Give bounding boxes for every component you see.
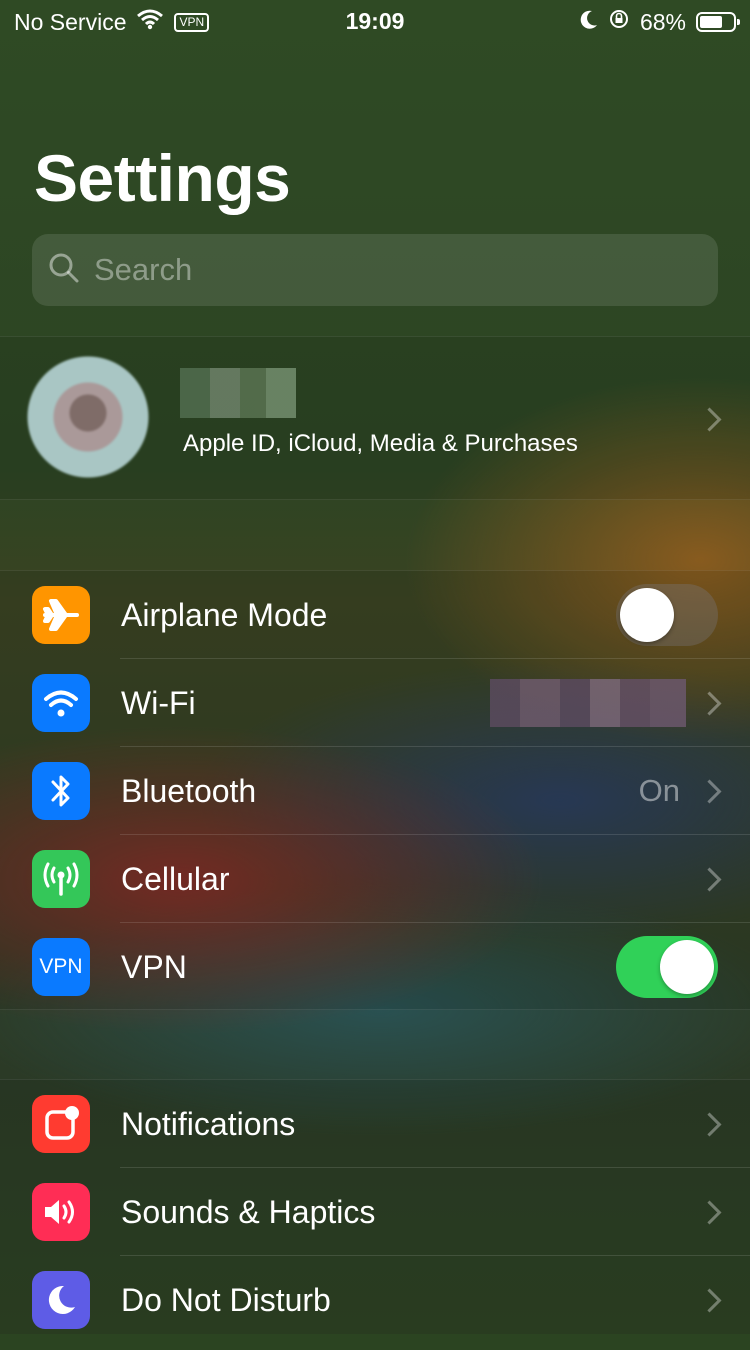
- notifications-icon: [32, 1095, 90, 1153]
- chevron-right-icon: [697, 1288, 722, 1313]
- search-bar[interactable]: [32, 234, 718, 306]
- cellular-icon: [32, 850, 90, 908]
- chevron-right-icon: [697, 779, 722, 804]
- search-icon: [48, 252, 80, 289]
- row-cellular[interactable]: Cellular: [0, 835, 750, 923]
- bluetooth-icon: [32, 762, 90, 820]
- chevron-right-icon: [697, 1112, 722, 1137]
- page-title: Settings: [34, 141, 291, 215]
- wifi-icon: [32, 674, 90, 732]
- airplane-mode-toggle[interactable]: [616, 584, 718, 646]
- do-not-disturb-label: Do Not Disturb: [121, 1282, 331, 1318]
- connectivity-group: Airplane Mode Wi-Fi Bluetooth On Cellula…: [0, 570, 750, 1010]
- avatar: [16, 353, 164, 481]
- row-wifi[interactable]: Wi-Fi: [0, 659, 750, 747]
- chevron-right-icon: [697, 867, 722, 892]
- moon-icon: [32, 1271, 90, 1329]
- chevron-right-icon: [697, 691, 722, 716]
- speaker-icon: [32, 1183, 90, 1241]
- bluetooth-status: On: [638, 773, 680, 808]
- bluetooth-label: Bluetooth: [121, 773, 257, 809]
- general-group: Notifications Sounds & Haptics Do Not Di…: [0, 1079, 750, 1350]
- apple-id-row[interactable]: [0, 336, 750, 500]
- row-bluetooth[interactable]: Bluetooth On: [0, 747, 750, 835]
- row-vpn[interactable]: VPN VPN: [0, 923, 750, 1011]
- sounds-haptics-label: Sounds & Haptics: [121, 1194, 376, 1230]
- chevron-right-icon: [697, 407, 722, 432]
- vpn-icon-text: VPN: [39, 955, 83, 978]
- status-right: 68%: [580, 8, 740, 36]
- orientation-lock-icon: [608, 8, 630, 36]
- vpn-label: VPN: [121, 949, 187, 985]
- wifi-label: Wi-Fi: [121, 685, 196, 721]
- status-bar: No Service VPN 19:09 68%: [0, 0, 750, 42]
- notifications-label: Notifications: [121, 1106, 296, 1142]
- profile-name-redacted: [180, 368, 296, 418]
- airplane-mode-label: Airplane Mode: [121, 597, 328, 633]
- profile-subtitle: Apple ID, iCloud, Media & Purchases: [183, 430, 578, 457]
- row-do-not-disturb[interactable]: Do Not Disturb: [0, 1256, 750, 1344]
- chevron-right-icon: [697, 1200, 722, 1225]
- battery-percent: 68%: [639, 8, 686, 35]
- row-airplane-mode[interactable]: Airplane Mode: [0, 571, 750, 659]
- row-sounds-haptics[interactable]: Sounds & Haptics: [0, 1168, 750, 1256]
- battery-icon: [696, 12, 740, 32]
- wifi-network-redacted: [490, 679, 686, 727]
- search-input[interactable]: [92, 251, 656, 289]
- airplane-icon: [32, 586, 90, 644]
- moon-icon: [580, 9, 598, 36]
- vpn-icon: VPN: [32, 938, 90, 996]
- cellular-label: Cellular: [121, 861, 230, 897]
- row-notifications[interactable]: Notifications: [0, 1080, 750, 1168]
- vpn-toggle[interactable]: [616, 936, 718, 998]
